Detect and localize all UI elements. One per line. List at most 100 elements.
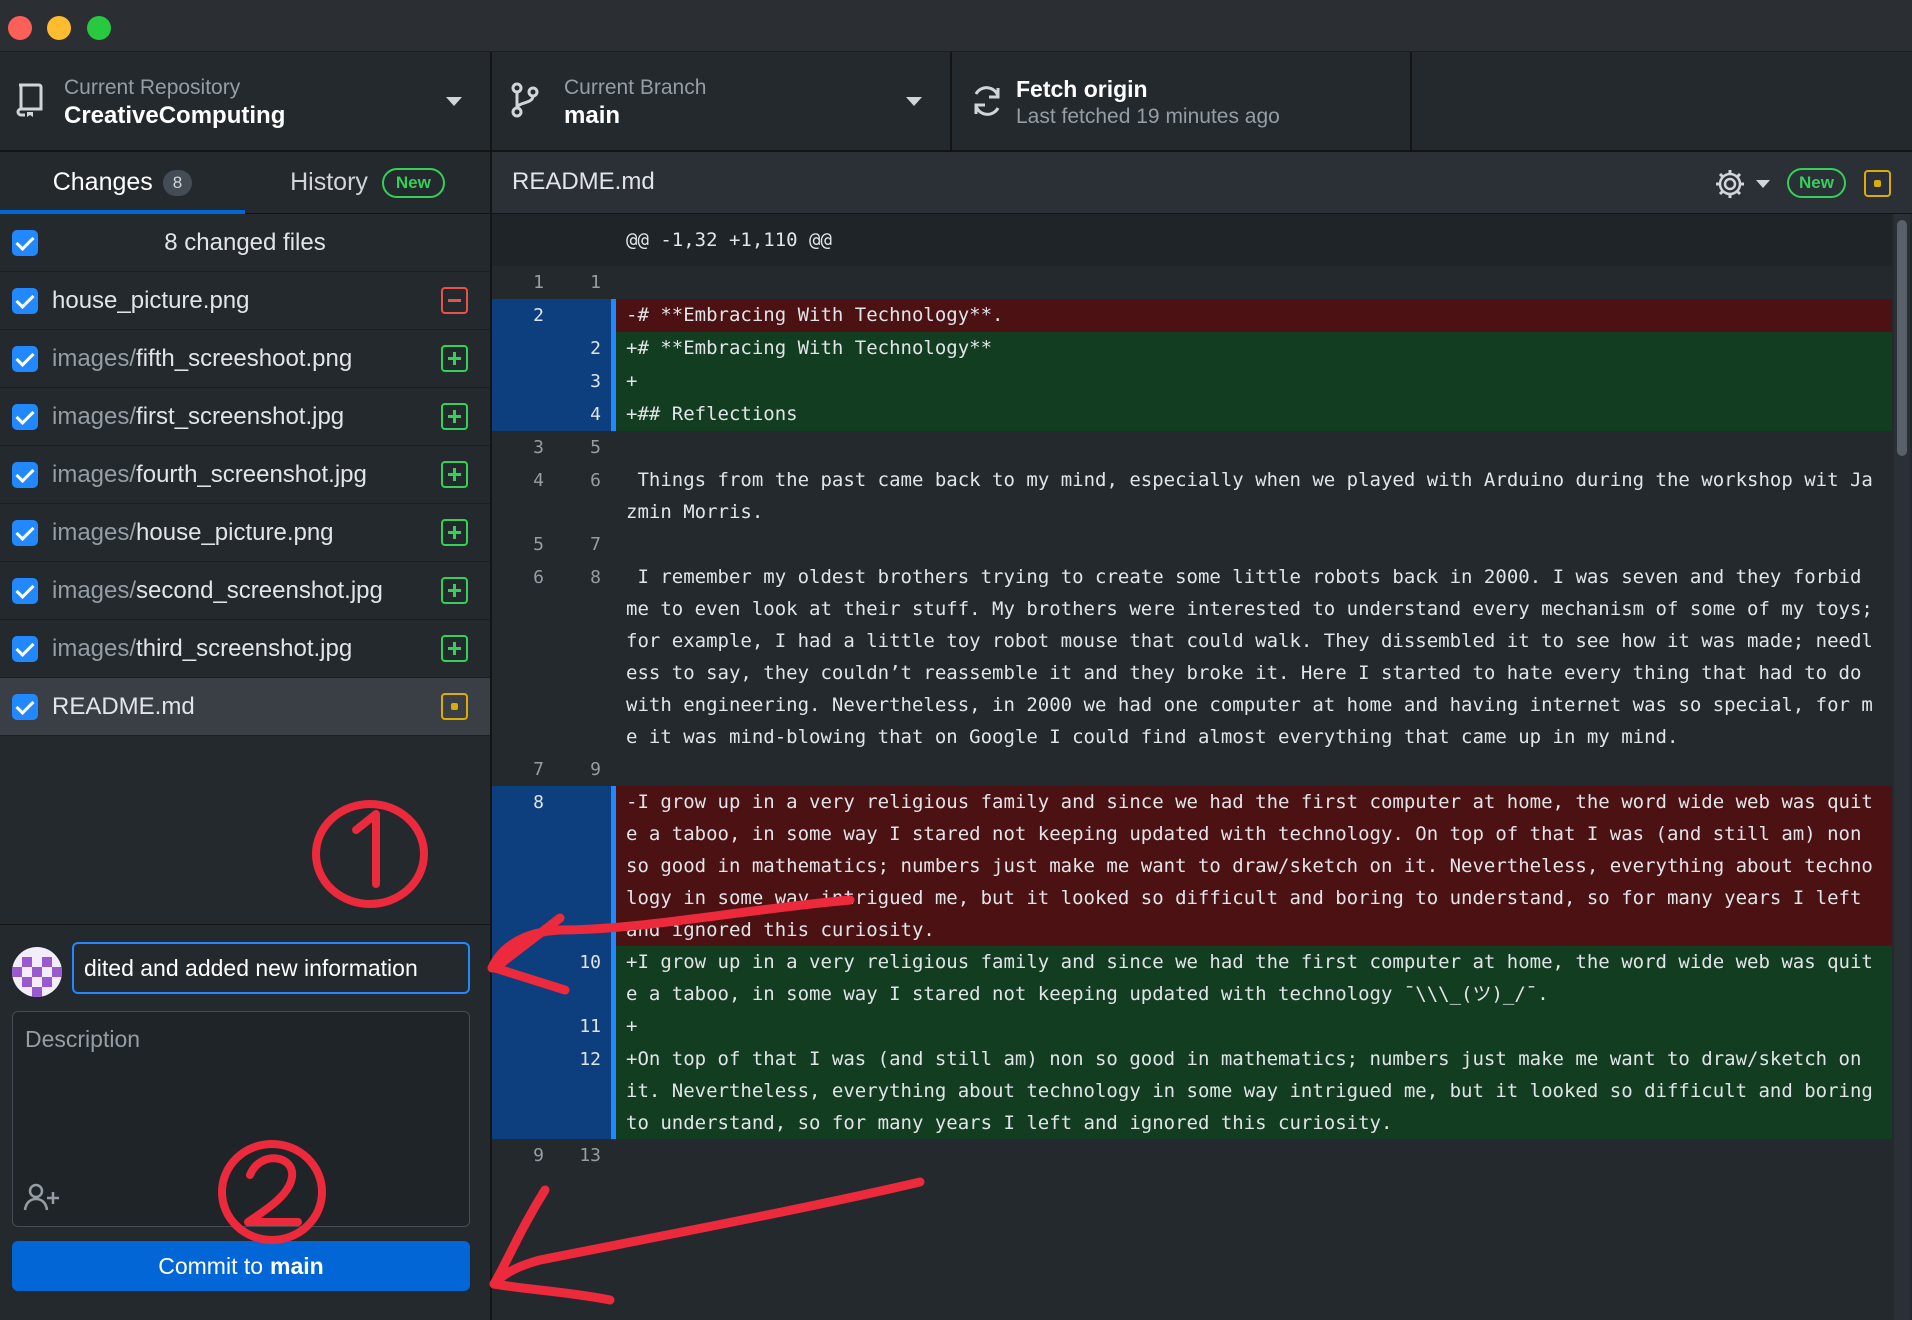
file-added-icon [441, 519, 468, 546]
file-dir: images/ [52, 344, 137, 372]
old-line-number: 6 [492, 561, 554, 753]
diff-line-context[interactable]: 46 Things from the past came back to my … [492, 464, 1892, 528]
file-name: third_screenshot.jpg [136, 634, 353, 662]
diff-line-added[interactable]: 11 + [492, 1010, 1892, 1043]
diff-line-text [616, 431, 1892, 464]
file-name: fourth_screenshot.jpg [136, 460, 367, 488]
old-line-number [492, 398, 554, 431]
file-row[interactable]: house_picture.png [0, 272, 490, 330]
file-checkbox[interactable] [12, 345, 38, 372]
old-line-number: 5 [492, 528, 554, 561]
diff-line-text: +I grow up in a very religious family an… [616, 946, 1892, 1010]
file-name: README.md [52, 692, 195, 720]
file-modified-icon [441, 693, 468, 720]
minimize-window-button[interactable] [47, 16, 71, 40]
file-checkbox[interactable] [12, 519, 38, 546]
file-row[interactable]: images/house_picture.png [0, 504, 490, 562]
file-path: images/third_screenshot.jpg [52, 635, 352, 663]
new-line-number: 7 [554, 528, 616, 561]
close-window-button[interactable] [8, 16, 32, 40]
changes-sidebar: Changes 8 History New 8 changed files ho… [0, 152, 492, 1320]
diff-panel: README.md New @@ -1,32 +1,110 @@ 1 1 2 -# *… [492, 152, 1912, 1320]
changed-file-list: house_picture.png images/fifth_screeshoo… [0, 272, 490, 736]
scrollbar-thumb[interactable] [1897, 220, 1907, 456]
diff-line-context[interactable]: 68 I remember my oldest brothers trying … [492, 561, 1892, 753]
diff-line-text: + [616, 1010, 1892, 1043]
diff-scrollbar[interactable] [1894, 214, 1910, 1320]
diff-line-added[interactable]: 4 +## Reflections [492, 398, 1892, 431]
hunk-header[interactable]: @@ -1,32 +1,110 @@ [492, 214, 1892, 266]
diff-line-text: -I grow up in a very religious family an… [616, 786, 1892, 946]
commit-button-label: Commit to [158, 1252, 264, 1279]
sidebar-tabs: Changes 8 History New [0, 152, 490, 214]
diff-line-text: + [616, 365, 1892, 398]
gear-icon[interactable] [1714, 168, 1746, 200]
file-added-icon [441, 577, 468, 604]
file-name: first_screenshot.jpg [136, 402, 345, 430]
chevron-down-icon[interactable] [1756, 180, 1770, 188]
file-row[interactable]: images/fifth_screeshoot.png [0, 330, 490, 388]
file-path: images/house_picture.png [52, 519, 334, 547]
new-line-number: 9 [554, 753, 616, 786]
diff-file-title: README.md [512, 168, 655, 195]
new-badge: New [381, 167, 445, 198]
commit-form: Description Commit tomain [0, 924, 490, 1320]
diff-line-added[interactable]: 10 +I grow up in a very religious family … [492, 946, 1892, 1010]
file-row[interactable]: README.md [0, 678, 490, 736]
zoom-window-button[interactable] [87, 16, 111, 40]
file-checkbox[interactable] [12, 403, 38, 430]
old-line-number: 7 [492, 753, 554, 786]
new-line-number: 12 [554, 1043, 616, 1139]
diff-line-context[interactable]: 79 [492, 753, 1892, 786]
diff-line-context[interactable]: 11 [492, 266, 1892, 299]
diff-line-added[interactable]: 12 +On top of that I was (and still am) n… [492, 1043, 1892, 1139]
current-repository-dropdown[interactable]: Current Repository CreativeComputing [0, 52, 492, 150]
diff-line-added[interactable]: 3 + [492, 365, 1892, 398]
commit-button[interactable]: Commit to main [12, 1241, 470, 1291]
file-row[interactable]: images/first_screenshot.jpg [0, 388, 490, 446]
file-path: house_picture.png [52, 287, 249, 315]
repo-icon [16, 83, 43, 117]
file-dir: images/ [52, 518, 137, 546]
chevron-down-icon [906, 97, 922, 106]
diff-line-text [616, 1139, 1892, 1172]
commit-summary-input[interactable] [72, 942, 470, 994]
file-checkbox[interactable] [12, 635, 38, 662]
new-line-number [554, 299, 616, 332]
diff-lines: 1 1 2 -# **Embracing With Technology**. 2 +# … [492, 266, 1892, 1172]
file-dir: images/ [52, 634, 137, 662]
diff-line-text: Things from the past came back to my min… [616, 464, 1892, 528]
new-line-number: 5 [554, 431, 616, 464]
diff-line-context[interactable]: 57 [492, 528, 1892, 561]
current-branch-dropdown[interactable]: Current Branch main [492, 52, 952, 150]
file-name: second_screenshot.jpg [136, 576, 383, 604]
old-line-number [492, 946, 554, 1010]
file-checkbox[interactable] [12, 693, 38, 720]
branch-name: main [564, 102, 621, 129]
diff-line-deleted[interactable]: 8 -I grow up in a very religious family a… [492, 786, 1892, 946]
file-row[interactable]: images/third_screenshot.jpg [0, 620, 490, 678]
tab-history-label: History [290, 168, 368, 196]
file-name: house_picture.png [52, 286, 250, 314]
file-dir: images/ [52, 402, 137, 430]
diff-line-context[interactable]: 9 13 [492, 1139, 1892, 1172]
old-line-number: 2 [492, 299, 554, 332]
diff-line-text [616, 266, 1892, 299]
diff-line-added[interactable]: 2 +# **Embracing With Technology** [492, 332, 1892, 365]
file-row[interactable]: images/second_screenshot.jpg [0, 562, 490, 620]
add-coauthor-icon[interactable] [23, 1182, 61, 1212]
file-checkbox[interactable] [12, 577, 38, 604]
file-added-icon [441, 403, 468, 430]
file-row[interactable]: images/fourth_screenshot.jpg [0, 446, 490, 504]
file-checkbox[interactable] [12, 287, 38, 314]
new-line-number [554, 786, 616, 946]
fetch-origin-button[interactable]: Fetch origin Last fetched 19 minutes ago [952, 52, 1412, 150]
file-path: README.md [52, 693, 195, 721]
diff-line-context[interactable]: 35 [492, 431, 1892, 464]
repo-name: CreativeComputing [64, 102, 286, 129]
tab-changes[interactable]: Changes 8 [0, 152, 245, 214]
diff-line-deleted[interactable]: 2 -# **Embracing With Technology**. [492, 299, 1892, 332]
file-checkbox[interactable] [12, 461, 38, 488]
commit-description-field[interactable]: Description [12, 1011, 470, 1227]
tab-history[interactable]: History New [245, 152, 490, 213]
